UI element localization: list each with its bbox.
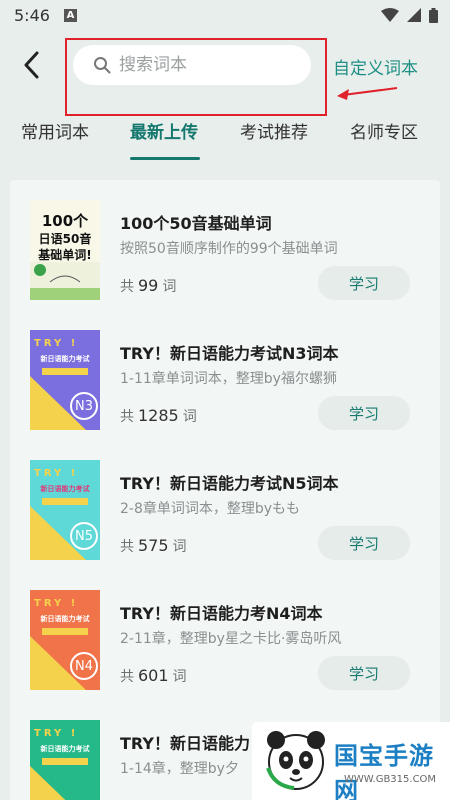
cover-try: TRY ! [34,338,79,349]
word-count-value: 1285 [138,406,179,425]
back-arrow-icon [24,51,39,79]
word-count-unit: 词 [182,409,197,425]
tab-active-indicator [130,157,200,160]
book-cover: 100个 日语50音 基础单词! [30,200,100,300]
book-cover: TRY ! 新日语能力考试 N5 [30,460,100,560]
watermark-url: WWW.GB315.COM [344,774,437,785]
study-button[interactable]: 学习 [318,656,410,690]
cover-try: TRY ! [34,728,79,739]
search-input[interactable] [119,55,299,75]
book-cover: TRY ! 新日语能力考试 N4 [30,590,100,690]
tab-teacher[interactable]: 名师专区 [350,118,418,143]
custom-wordbook-link[interactable]: 自定义词本 [333,54,418,79]
word-count-unit: 词 [172,539,187,555]
list-item[interactable]: 100个 日语50音 基础单词! 100个50音基础单词 按照50音顺序制作的9… [10,180,440,310]
panda-icon [266,731,325,790]
cover-band [42,498,88,505]
study-button[interactable]: 学习 [318,266,410,300]
word-count-unit: 词 [172,669,187,685]
watermark-text: 国宝手游网 [334,742,434,800]
cover-text: 100个 [41,212,89,230]
book-description: 2-11章，整理by星之卡比·雾岛听风 [120,631,342,647]
study-button[interactable]: 学习 [318,396,410,430]
cover-illustration [30,262,100,300]
book-cover: TRY ! 新日语能力考试 N3 [30,330,100,430]
signal-icon [407,8,421,22]
book-title: TRY！新日语能力考试N3词本 [120,344,339,363]
word-count: 共 99 词 [120,276,176,296]
search-icon [94,57,111,74]
status-bar: 5:46 A [0,0,450,30]
cover-band [42,758,88,765]
list-item[interactable]: TRY ! 新日语能力考试 N3 TRY！新日语能力考试N3词本 1-11章单词… [10,310,440,440]
book-title: TRY！新日语能力 [120,734,250,753]
book-title: 100个50音基础单词 [120,214,272,233]
cover-band [42,368,88,375]
cover-level-badge: N4 [70,652,98,680]
word-count: 共 1285 词 [120,406,197,426]
tab-exam[interactable]: 考试推荐 [240,118,308,143]
book-description: 2-8章单词词本，整理byもも [120,501,301,517]
tab-common[interactable]: 常用词本 [21,118,89,143]
word-count: 共 601 词 [120,666,187,686]
battery-icon [429,7,438,23]
category-tabs: 常用词本 最新上传 考试推荐 名师专区 [0,112,450,162]
cover-text: 基础单词! [38,248,92,262]
word-count-unit: 词 [162,279,177,295]
word-count: 共 575 词 [120,536,187,556]
book-title: TRY！新日语能力考N4词本 [120,604,323,623]
word-count-prefix: 共 [120,539,134,555]
status-time: 5:46 [14,5,50,25]
list-item[interactable]: TRY ! 新日语能力考试 N4 TRY！新日语能力考N4词本 2-11章，整理… [10,570,440,700]
cover-level-badge: N5 [70,522,98,550]
cover-level-badge: N3 [70,392,98,420]
cover-subtitle: 新日语能力考试 [40,355,90,363]
cover-subtitle: 新日语能力考试 [40,485,90,493]
book-cover: TRY ! 新日语能力考试 [30,720,100,800]
cover-text: 日语50音 [38,232,92,246]
study-button[interactable]: 学习 [318,526,410,560]
word-count-value: 575 [138,536,169,555]
word-count-prefix: 共 [120,279,134,295]
book-title: TRY！新日语能力考试N5词本 [120,474,339,493]
word-count-value: 601 [138,666,169,685]
word-count-prefix: 共 [120,669,134,685]
notification-icon: A [63,8,77,22]
header-bar: 自定义词本 [0,34,450,116]
status-icons [381,7,438,23]
wifi-icon [381,8,399,22]
watermark-logo: 国宝手游网 WWW.GB315.COM [252,722,450,800]
wordbook-list: 100个 日语50音 基础单词! 100个50音基础单词 按照50音顺序制作的9… [10,180,440,800]
back-button[interactable] [18,50,44,80]
book-description: 1-11章单词词本，整理by福尔螺狮 [120,371,337,387]
cover-try: TRY ! [34,468,79,479]
cover-subtitle: 新日语能力考试 [40,615,90,623]
book-description: 按照50音顺序制作的99个基础单词 [120,241,338,257]
book-description: 1-14章，整理by夕 [120,761,239,777]
tab-latest[interactable]: 最新上传 [130,118,198,143]
annotation-arrow [337,87,398,100]
search-box[interactable] [73,45,311,85]
list-item[interactable]: TRY ! 新日语能力考试 N5 TRY！新日语能力考试N5词本 2-8章单词词… [10,440,440,570]
word-count-prefix: 共 [120,409,134,425]
word-count-value: 99 [138,276,159,295]
cover-band [42,628,88,635]
cover-subtitle: 新日语能力考试 [40,745,90,753]
cover-try: TRY ! [34,598,79,609]
